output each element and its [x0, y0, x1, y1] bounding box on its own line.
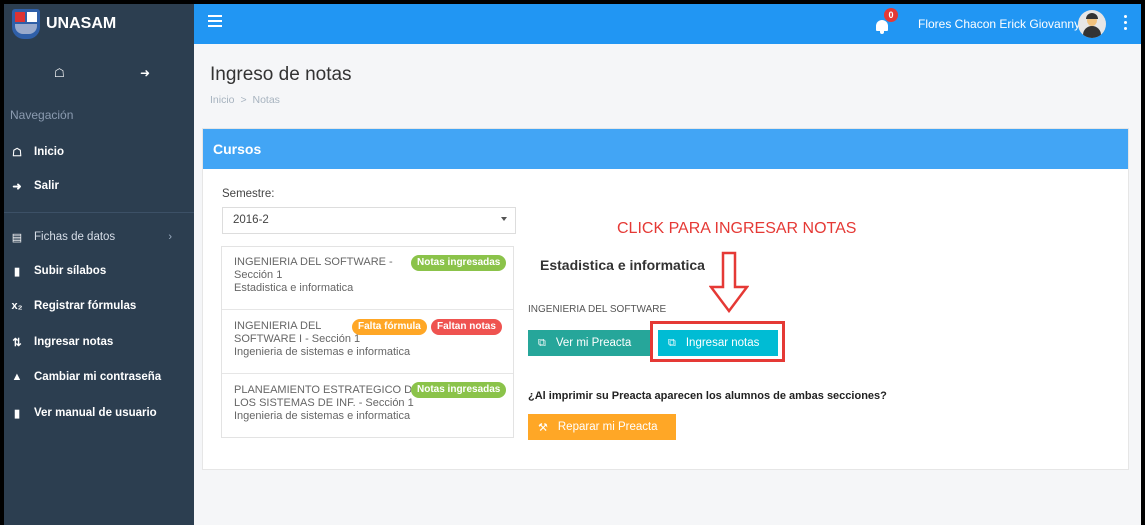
sidebar-item-label: Cambiar mi contraseña — [34, 371, 162, 383]
avatar[interactable] — [1078, 10, 1106, 38]
lock-icon: ▲ — [11, 371, 23, 383]
course-career: Ingenieria de sistemas e informatica — [234, 346, 411, 358]
sidebar-item-label: Inicio — [34, 146, 65, 158]
status-badge: Notas ingresadas — [411, 255, 507, 271]
caret-down-icon — [501, 217, 507, 221]
subscript-icon: x₂ — [11, 300, 23, 312]
selected-course-title: Estadistica e informatica — [540, 257, 705, 273]
bar-chart-icon: ▤ — [11, 231, 23, 244]
university-logo-icon — [12, 9, 40, 39]
sidebar: ☖ ➜ Navegación ☖ Inicio ➜ Salir ▤ Fichas… — [4, 44, 194, 525]
sidebar-item-label: Ver manual de usuario — [34, 407, 157, 419]
card-title: Cursos — [203, 129, 1128, 169]
sidebar-divider — [4, 212, 194, 213]
course-career: Ingenieria de sistemas e informatica — [234, 410, 411, 422]
topbar: 0 Flores Chacon Erick Giovanny — [194, 4, 1141, 44]
course-section: LOS SISTEMAS DE INF. - Sección 1 — [234, 397, 414, 409]
brand-name: UNASAM — [46, 15, 117, 32]
courses-card: Cursos Semestre: 2016-2 INGENIERIA DEL S… — [202, 128, 1129, 470]
sidebar-item-label: Fichas de datos — [34, 231, 116, 243]
semester-value: 2016-2 — [233, 214, 269, 226]
user-name[interactable]: Flores Chacon Erick Giovanny — [918, 17, 1080, 31]
status-badge: Falta fórmula — [352, 319, 427, 335]
sidebar-item-formulas[interactable]: x₂ Registrar fórmulas — [10, 296, 190, 316]
breadcrumb-inicio[interactable]: Inicio — [210, 94, 235, 106]
chevron-right-icon: › — [168, 231, 172, 243]
repair-preacta-button[interactable]: ⚒ Reparar mi Preacta — [528, 414, 676, 440]
external-link-icon: ⧉ — [538, 336, 546, 349]
sidebar-item-label: Ingresar notas — [34, 336, 114, 348]
course-list: INGENIERIA DEL SOFTWARE - Sección 1 Esta… — [221, 246, 514, 438]
menu-toggle-icon[interactable] — [208, 15, 222, 29]
sidebar-section-title: Navegación — [10, 108, 74, 122]
brand[interactable]: UNASAM — [4, 4, 194, 44]
course-item[interactable]: INGENIERIA DEL SOFTWARE I - Sección 1 In… — [222, 311, 513, 374]
home-icon[interactable]: ☖ — [54, 66, 65, 80]
breadcrumb-notas: Notas — [252, 94, 280, 106]
arrow-down-icon — [709, 251, 749, 313]
sign-out-icon: ➜ — [12, 180, 22, 193]
semester-label: Semestre: — [222, 188, 275, 200]
sort-numeric-icon: ⇅ — [12, 336, 22, 349]
app-frame: UNASAM 0 Flores Chacon Erick Giovanny ☖ … — [4, 4, 1141, 525]
sidebar-item-fichas[interactable]: ▤ Fichas de datos › — [10, 227, 190, 247]
view-preacta-button[interactable]: ⧉ Ver mi Preacta — [528, 330, 650, 356]
book-icon: ▮ — [13, 265, 21, 278]
sign-out-icon[interactable]: ➜ — [140, 66, 150, 80]
preacta-question: ¿Al imprimir su Preacta aparecen los alu… — [528, 390, 887, 402]
sidebar-quick-links: ☖ ➜ — [4, 44, 194, 94]
sidebar-item-inicio[interactable]: ☖ Inicio — [10, 142, 190, 162]
notification-count-badge: 0 — [884, 8, 898, 22]
button-label: Reparar mi Preacta — [557, 421, 658, 433]
course-career: Estadistica e informatica — [234, 282, 354, 294]
click-annotation: CLICK PARA INGRESAR NOTAS — [617, 220, 857, 237]
sidebar-item-salir[interactable]: ➜ Salir — [10, 176, 190, 196]
sidebar-item-ingresar-notas[interactable]: ⇅ Ingresar notas — [10, 332, 190, 352]
breadcrumb: Inicio > Notas — [210, 94, 280, 106]
page-title: Ingreso de notas — [210, 64, 352, 85]
sidebar-item-password[interactable]: ▲ Cambiar mi contraseña — [10, 367, 190, 387]
course-item[interactable]: PLANEAMIENTO ESTRATEGICO DE LOS SISTEMAS… — [222, 375, 513, 438]
semester-select[interactable]: 2016-2 — [222, 207, 516, 234]
more-options-icon[interactable] — [1124, 15, 1128, 33]
selected-course-name: INGENIERIA DEL SOFTWARE — [528, 304, 667, 315]
wrench-icon: ⚒ — [538, 421, 548, 434]
status-badge: Faltan notas — [431, 319, 502, 335]
book-icon: ▮ — [13, 407, 21, 420]
home-icon: ☖ — [12, 146, 22, 159]
button-label: Ver mi Preacta — [555, 337, 632, 349]
sidebar-item-silabos[interactable]: ▮ Subir sílabos — [10, 261, 190, 281]
status-badge: Notas ingresadas — [411, 382, 507, 398]
course-item[interactable]: INGENIERIA DEL SOFTWARE - Sección 1 Esta… — [222, 247, 513, 310]
sidebar-item-manual[interactable]: ▮ Ver manual de usuario — [10, 403, 190, 423]
sidebar-item-label: Subir sílabos — [34, 265, 107, 277]
sidebar-item-label: Salir — [34, 180, 59, 192]
breadcrumb-separator: > — [240, 94, 247, 106]
sidebar-item-label: Registrar fórmulas — [34, 300, 137, 312]
highlight-box — [650, 321, 785, 362]
